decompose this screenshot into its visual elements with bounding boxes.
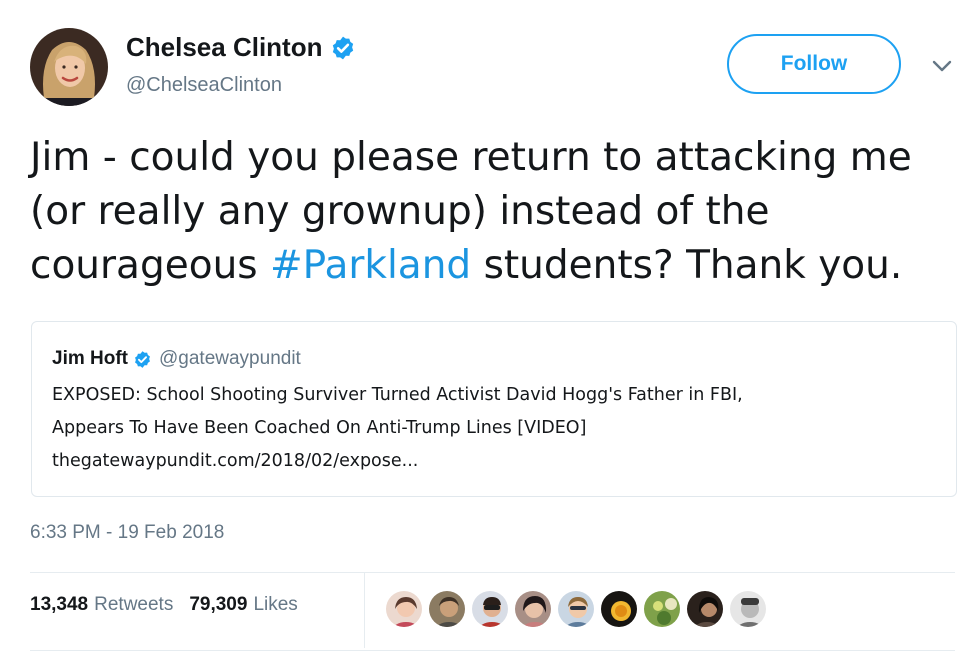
likes-count: 79,309 — [189, 594, 248, 615]
liker-avatar-1[interactable] — [384, 589, 424, 629]
quoted-tweet-line-1: EXPOSED: School Shooting Surviver Turned… — [52, 385, 743, 405]
liker-avatar-7[interactable] — [642, 589, 682, 629]
tweet-text-line-2: (or really any grownup) instead of the — [30, 189, 770, 234]
tweet-text-line-3: courageous #Parkland students? Thank you… — [30, 239, 970, 293]
retweets-stat[interactable]: 13,348 Retweets — [30, 594, 173, 616]
quoted-tweet-card[interactable]: Jim Hoft @gatewaypundit EXPOSED: School … — [31, 321, 957, 497]
follow-button[interactable]: Follow — [727, 34, 901, 94]
quoted-tweet-body: EXPOSED: School Shooting Surviver Turned… — [52, 379, 942, 478]
author-handle[interactable]: @ChelseaClinton — [126, 74, 282, 97]
quoted-tweet-handle: @gatewaypundit — [159, 348, 301, 369]
hashtag-link[interactable]: #Parkland — [270, 243, 471, 288]
verified-badge-icon — [333, 36, 354, 59]
tweet-text-line-1: Jim - could you please return to attacki… — [30, 135, 912, 180]
author-display-name[interactable]: Chelsea Clinton — [126, 32, 322, 63]
retweets-count: 13,348 — [30, 594, 89, 615]
liker-avatar-9[interactable] — [728, 589, 768, 629]
stats-top-divider — [30, 572, 955, 573]
profile-photo-icon — [30, 28, 108, 106]
quoted-tweet-author-name: Jim Hoft — [52, 348, 128, 369]
quoted-verified-badge-icon — [135, 350, 150, 368]
liker-avatar-8[interactable] — [685, 589, 725, 629]
liker-avatar-5[interactable] — [556, 589, 596, 629]
tweet-stats: 13,348 Retweets 79,309 Likes — [30, 594, 298, 616]
quoted-tweet-link: thegatewaypundit.com/2018/02/expose... — [52, 451, 419, 471]
liker-avatar-2[interactable] — [427, 589, 467, 629]
tweet-timestamp[interactable]: 6:33 PM - 19 Feb 2018 — [30, 522, 224, 544]
tweet-text: Jim - could you please return to attacki… — [30, 131, 970, 293]
likes-stat[interactable]: 79,309 Likes — [189, 594, 297, 616]
likes-label: Likes — [253, 594, 298, 615]
quoted-tweet-header: Jim Hoft @gatewaypundit — [52, 348, 301, 370]
author-name-row[interactable]: Chelsea Clinton — [126, 32, 356, 63]
retweets-label: Retweets — [94, 594, 174, 615]
stats-bottom-divider — [30, 650, 955, 651]
liker-avatars — [384, 589, 771, 629]
liker-avatar-6[interactable] — [599, 589, 639, 629]
author-avatar[interactable] — [30, 28, 108, 106]
liker-avatar-4[interactable] — [513, 589, 553, 629]
liker-avatar-3[interactable] — [470, 589, 510, 629]
quoted-tweet-line-2: Appears To Have Been Coached On Anti-Tru… — [52, 418, 587, 438]
chevron-down-icon[interactable] — [931, 58, 953, 74]
stats-vertical-divider — [364, 572, 365, 648]
tweet-text-before-hashtag: courageous — [30, 243, 270, 288]
tweet-text-after-hashtag: students? Thank you. — [471, 243, 903, 288]
